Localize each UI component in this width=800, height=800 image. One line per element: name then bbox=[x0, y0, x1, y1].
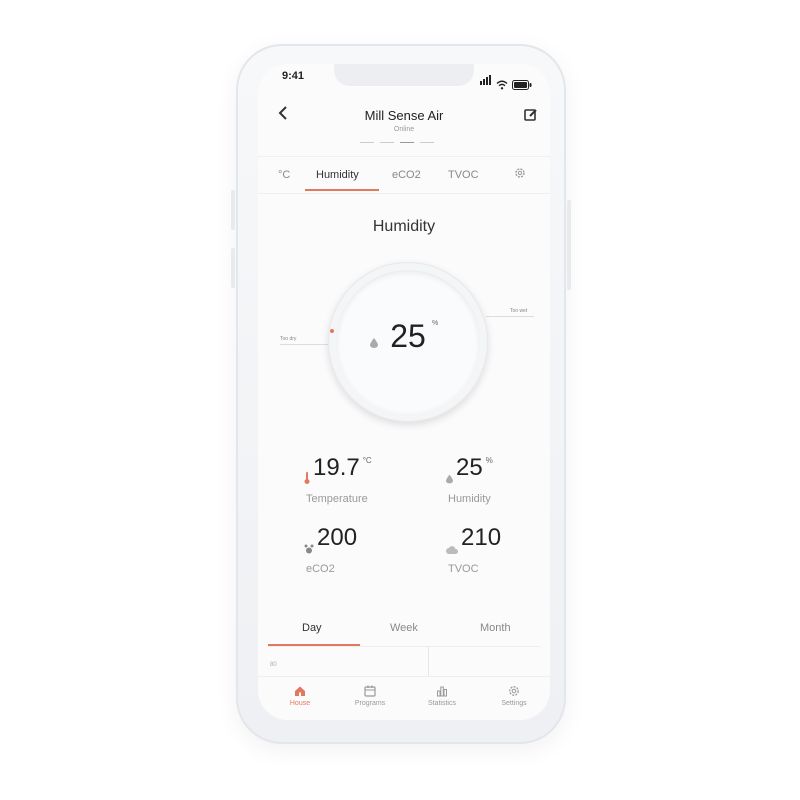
metric-eco2[interactable]: 200 eCO2 bbox=[304, 524, 357, 575]
history-chart[interactable]: 80 bbox=[268, 646, 540, 678]
dial-unit: % bbox=[432, 320, 439, 327]
metric-tvoc[interactable]: 210 TVOC bbox=[446, 524, 501, 575]
nav-settings[interactable]: Settings bbox=[484, 685, 544, 707]
phone-side-button-left-1 bbox=[231, 190, 235, 230]
page-title: Mill Sense Air bbox=[364, 108, 444, 123]
status-time: 9:41 bbox=[282, 70, 305, 82]
tab-month[interactable]: Month bbox=[480, 622, 511, 634]
phone-side-button-left-2 bbox=[231, 248, 235, 288]
chart-y-tick: 80 bbox=[270, 662, 277, 668]
dial-right-label: Too wet bbox=[510, 308, 528, 314]
humidity-label: Humidity bbox=[448, 493, 491, 505]
nav-programs-label: Programs bbox=[354, 700, 386, 707]
temperature-value: 19.7 bbox=[313, 454, 360, 481]
co2-icon bbox=[304, 533, 314, 561]
tab-day[interactable]: Day bbox=[302, 622, 322, 634]
drop-icon bbox=[446, 463, 453, 491]
battery-icon bbox=[512, 80, 532, 90]
eco2-label: eCO2 bbox=[306, 563, 335, 575]
tab-humidity[interactable]: Humidity bbox=[316, 169, 359, 181]
page-dot bbox=[360, 142, 374, 143]
tab-temperature[interactable]: °C bbox=[278, 169, 290, 181]
bar-chart-icon bbox=[437, 686, 447, 697]
page-dot bbox=[420, 142, 434, 143]
app-screen: 9:41 Mill Sense Air Online °C Humidity e… bbox=[258, 64, 550, 720]
gear-icon bbox=[509, 686, 519, 696]
tab-week[interactable]: Week bbox=[390, 622, 418, 634]
signal-icon bbox=[480, 72, 492, 90]
phone-side-button-right bbox=[567, 200, 571, 290]
dial-value: 25 bbox=[390, 318, 426, 354]
tab-eco2[interactable]: eCO2 bbox=[392, 169, 421, 181]
page-dot bbox=[380, 142, 394, 143]
settings-icon bbox=[515, 168, 525, 178]
edit-button[interactable] bbox=[524, 108, 538, 122]
chart-divider bbox=[428, 646, 429, 678]
temperature-unit: °C bbox=[362, 456, 372, 465]
edit-icon bbox=[524, 109, 537, 121]
calendar-icon bbox=[364, 685, 376, 697]
dial-left-label: Too dry bbox=[280, 336, 297, 342]
wifi-icon bbox=[496, 80, 508, 90]
nav-settings-label: Settings bbox=[501, 700, 527, 707]
page-dot-active bbox=[400, 142, 414, 143]
dial-left-line bbox=[280, 344, 328, 345]
metric-tabs: °C Humidity eCO2 TVOC bbox=[258, 156, 550, 194]
nav-programs[interactable]: Programs bbox=[340, 685, 400, 707]
tab-settings[interactable] bbox=[514, 167, 526, 182]
dial-marker[interactable] bbox=[330, 329, 334, 333]
device-status: Online bbox=[393, 126, 415, 133]
house-icon bbox=[295, 686, 305, 696]
humidity-value: 25 bbox=[456, 454, 483, 481]
nav-statistics-label: Statistics bbox=[427, 700, 456, 707]
metric-humidity[interactable]: 25 % Humidity bbox=[446, 454, 493, 505]
period-tabs: Day Week Month bbox=[268, 620, 540, 647]
active-tab-indicator bbox=[305, 189, 379, 191]
nav-statistics[interactable]: Statistics bbox=[412, 685, 472, 707]
tvoc-label: TVOC bbox=[448, 563, 479, 575]
tab-tvoc[interactable]: TVOC bbox=[448, 169, 479, 181]
page-indicator bbox=[360, 142, 434, 143]
status-icons bbox=[480, 72, 532, 90]
temperature-label: Temperature bbox=[306, 493, 368, 505]
nav-house-label: House bbox=[289, 700, 311, 707]
phone-notch bbox=[334, 64, 474, 86]
humidity-unit: % bbox=[485, 456, 493, 465]
humidity-dial[interactable]: 25 % bbox=[328, 262, 488, 422]
dial-right-line bbox=[486, 316, 534, 317]
cloud-icon bbox=[446, 533, 458, 561]
eco2-value: 200 bbox=[317, 524, 358, 551]
section-title: Humidity bbox=[372, 218, 436, 235]
bottom-nav: House Programs Statistics Settings bbox=[258, 676, 550, 720]
tvoc-value: 210 bbox=[461, 524, 502, 551]
thermometer-icon bbox=[304, 463, 310, 491]
nav-house[interactable]: House bbox=[270, 685, 330, 707]
metric-temperature[interactable]: 19.7 °C Temperature bbox=[304, 454, 372, 505]
